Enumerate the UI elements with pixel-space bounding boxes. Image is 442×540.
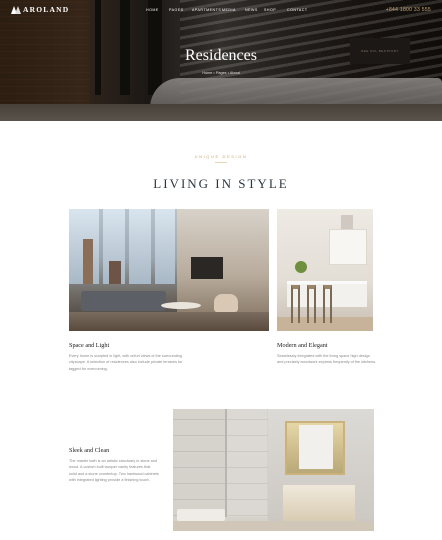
section-eyebrow: UNIQUE DESIGN [194, 154, 248, 159]
plant [295, 261, 307, 273]
bar-stool [323, 285, 332, 323]
bar-stool [291, 285, 300, 323]
sofa [81, 291, 166, 311]
eyebrow-divider [215, 162, 227, 163]
main-menu: HOME PAGES APARTMENTS MEDIA NEWS SHOP CO… [146, 8, 310, 12]
top-navigation: AROLAND HOME PAGES APARTMENTS MEDIA NEWS… [0, 0, 442, 20]
bathroom-window [299, 425, 333, 469]
feature-text-sleek-clean: The master bath is an artistic sanctuary… [69, 459, 159, 482]
kitchen-image [277, 209, 373, 331]
menu-item-shop[interactable]: SHOP [264, 8, 287, 12]
menu-item-contact[interactable]: CONTACT [287, 8, 310, 12]
feature-title-space-light: Space and Light [69, 342, 110, 349]
bathtub [177, 509, 225, 521]
menu-item-pages[interactable]: PAGES [169, 8, 192, 12]
page-title: Residences [185, 47, 257, 64]
bathroom-image [173, 409, 374, 531]
television [191, 257, 223, 279]
feature-text-modern-elegant: Seamlessly integrated with the living sp… [277, 354, 377, 365]
menu-item-media[interactable]: MEDIA [222, 8, 245, 12]
armchair [214, 294, 238, 312]
window [129, 209, 151, 284]
city-building [83, 239, 93, 284]
menu-item-home[interactable]: HOME [146, 8, 169, 12]
vanity [283, 485, 355, 521]
header-phone[interactable]: +844 1800 33 555 [386, 7, 431, 13]
city-building [109, 261, 121, 284]
coffee-table [161, 302, 201, 309]
feature-text-space-light: Every home is sculpted in light, with un… [69, 354, 183, 371]
window [155, 209, 175, 284]
shower-glass [225, 409, 267, 517]
floor [69, 312, 269, 331]
site-logo[interactable]: AROLAND [11, 5, 69, 14]
menu-item-news[interactable]: NEWS [245, 8, 264, 12]
feature-title-modern-elegant: Modern and Elegant [277, 342, 328, 349]
floor [173, 521, 374, 531]
living-room-image [69, 209, 269, 331]
menu-item-apartments[interactable]: APARTMENTS [192, 8, 222, 12]
kitchen-cabinet [329, 229, 367, 265]
feature-title-sleek-clean: Sleek and Clean [69, 447, 110, 454]
breadcrumb[interactable]: Home • Pages • About [0, 71, 442, 75]
logo-text: AROLAND [23, 5, 70, 14]
bar-stool [307, 285, 316, 323]
logo-icon [11, 5, 21, 14]
section-title: LIVING IN STYLE [153, 176, 289, 191]
